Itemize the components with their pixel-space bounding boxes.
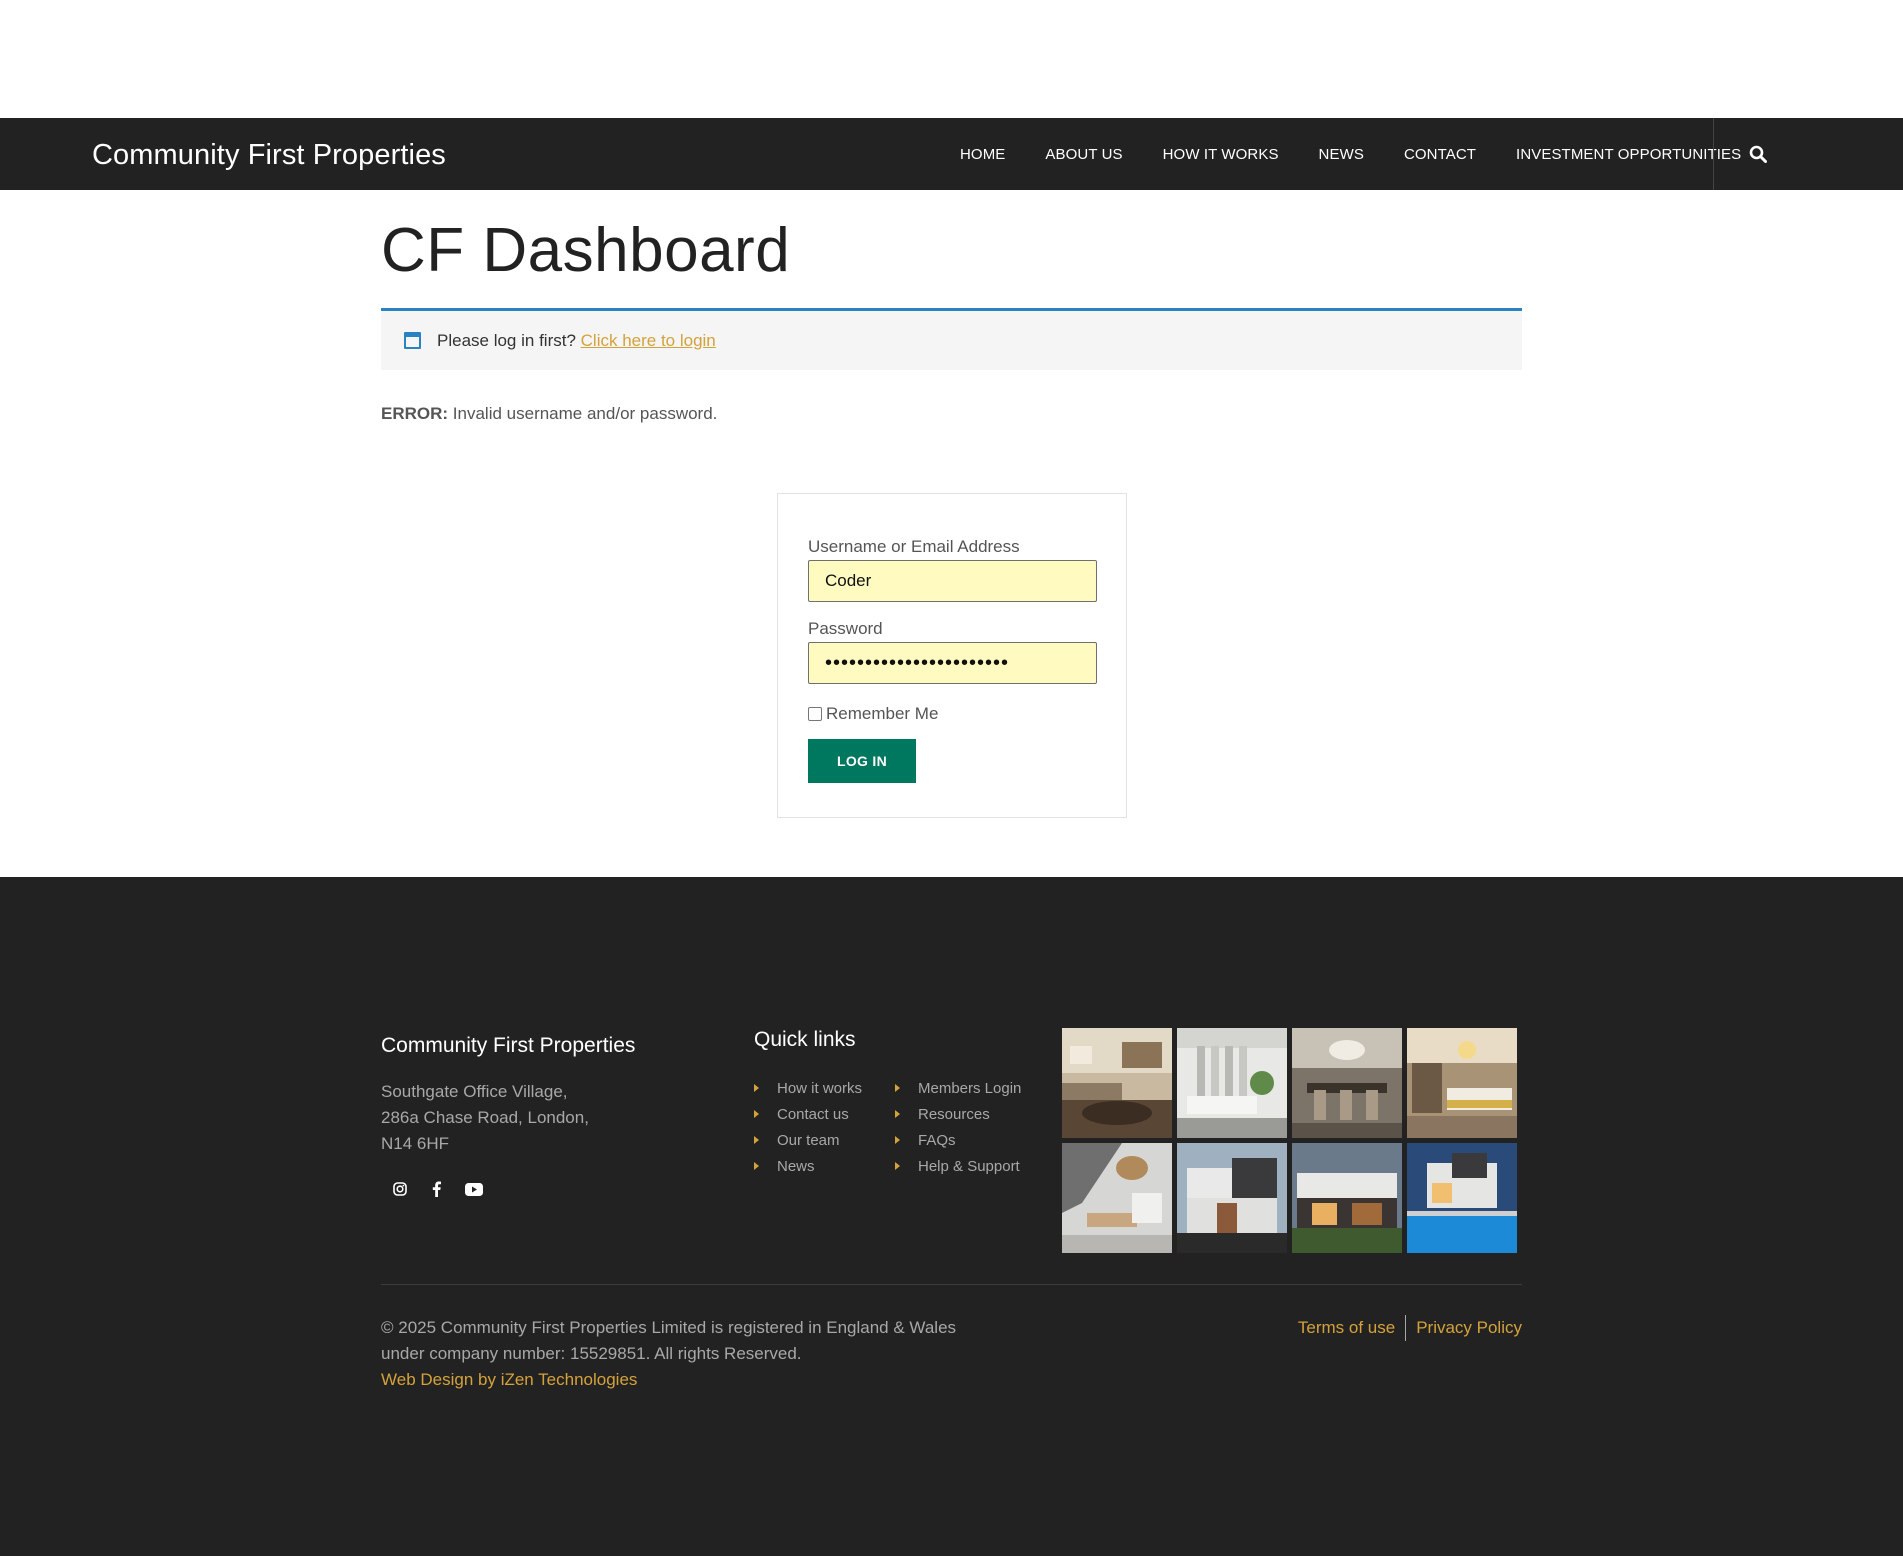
notice-text: Please log in first? <box>437 331 576 350</box>
gallery-image-modern-house[interactable] <box>1177 1143 1287 1253</box>
quick-link-help-support[interactable]: Help & Support <box>895 1153 1021 1179</box>
nav-about-us[interactable]: ABOUT US <box>1025 146 1142 163</box>
caret-right-icon <box>895 1136 900 1144</box>
caret-right-icon <box>895 1110 900 1118</box>
copyright-line: under company number: 15529851. All righ… <box>381 1344 802 1363</box>
caret-right-icon <box>754 1110 759 1118</box>
quick-link-contact-us[interactable]: Contact us <box>754 1101 862 1127</box>
facebook-icon <box>432 1181 441 1197</box>
nav-divider <box>1713 118 1714 190</box>
footer-brand: Community First Properties <box>381 1034 636 1057</box>
caret-right-icon <box>895 1084 900 1092</box>
quick-link-our-team[interactable]: Our team <box>754 1127 862 1153</box>
site-footer: Community First Properties Southgate Off… <box>0 877 1903 1556</box>
photo-gallery <box>1062 1028 1517 1253</box>
terms-of-use-link[interactable]: Terms of use <box>1298 1318 1395 1338</box>
quick-links-column-1: How it works Contact us Our team News <box>754 1075 862 1179</box>
quick-link-label: Resources <box>918 1105 990 1123</box>
gallery-image-dining-room[interactable] <box>1292 1028 1402 1138</box>
quick-link-resources[interactable]: Resources <box>895 1101 1021 1127</box>
notice-message: Please log in first? Click here to login <box>437 331 716 351</box>
footer-divider <box>381 1284 1522 1285</box>
quick-link-label: Our team <box>777 1131 840 1149</box>
quick-link-how-it-works[interactable]: How it works <box>754 1075 862 1101</box>
nav-contact[interactable]: CONTACT <box>1384 146 1496 163</box>
design-credit-link[interactable]: Web Design by iZen Technologies <box>381 1370 637 1389</box>
gallery-image-living-room[interactable] <box>1062 1028 1172 1138</box>
quick-link-label: FAQs <box>918 1131 956 1149</box>
youtube-link[interactable] <box>455 1175 492 1203</box>
quick-link-faqs[interactable]: FAQs <box>895 1127 1021 1153</box>
caret-right-icon <box>754 1162 759 1170</box>
error-message: ERROR: Invalid username and/or password. <box>381 404 717 424</box>
search-button[interactable] <box>1738 140 1778 168</box>
username-field[interactable]: Coder <box>808 560 1097 602</box>
error-label: ERROR: <box>381 404 449 423</box>
remember-me-checkbox[interactable] <box>808 707 822 721</box>
password-label: Password <box>808 619 883 638</box>
gallery-image-bedroom[interactable] <box>1407 1028 1517 1138</box>
legal-links: Terms of use Privacy Policy <box>1298 1315 1522 1341</box>
site-title-link[interactable]: Community First Properties <box>92 139 446 172</box>
nav-how-it-works[interactable]: HOW IT WORKS <box>1143 146 1299 163</box>
youtube-icon <box>464 1182 483 1196</box>
privacy-policy-link[interactable]: Privacy Policy <box>1416 1318 1522 1338</box>
search-icon <box>1749 145 1767 163</box>
gallery-image-house-dusk[interactable] <box>1292 1143 1402 1253</box>
quick-links-title: Quick links <box>754 1028 856 1051</box>
login-notice: Please log in first? Click here to login <box>381 308 1522 370</box>
password-field[interactable]: ••••••••••••••••••••••• <box>808 642 1097 684</box>
quick-link-news[interactable]: News <box>754 1153 862 1179</box>
page-title: CF Dashboard <box>381 216 791 285</box>
username-label: Username or Email Address <box>808 537 1020 556</box>
nav-home[interactable]: HOME <box>940 146 1025 163</box>
copyright: © 2025 Community First Properties Limite… <box>381 1315 956 1393</box>
remember-me: Remember Me <box>808 704 938 724</box>
nav-investment-opportunities[interactable]: INVESTMENT OPPORTUNITIES <box>1496 146 1761 163</box>
quick-link-label: Contact us <box>777 1105 849 1123</box>
calendar-icon <box>404 332 421 349</box>
nav-news[interactable]: NEWS <box>1299 146 1384 163</box>
login-link[interactable]: Click here to login <box>581 331 716 350</box>
quick-link-label: How it works <box>777 1079 863 1097</box>
address-line: Southgate Office Village, <box>381 1082 568 1101</box>
login-button[interactable]: LOG IN <box>808 739 916 783</box>
facebook-link[interactable] <box>418 1175 455 1203</box>
social-links <box>381 1175 492 1203</box>
login-form: Username or Email Address Coder Password… <box>777 493 1127 818</box>
caret-right-icon <box>754 1136 759 1144</box>
gallery-image-white-lounge[interactable] <box>1177 1028 1287 1138</box>
copyright-line: © 2025 Community First Properties Limite… <box>381 1318 957 1337</box>
caret-right-icon <box>895 1162 900 1170</box>
error-text: Invalid username and/or password. <box>452 404 718 423</box>
address-line: N14 6HF <box>381 1134 450 1153</box>
remember-me-label: Remember Me <box>826 704 939 723</box>
legal-separator <box>1405 1315 1407 1341</box>
quick-links-column-2: Members Login Resources FAQs Help & Supp… <box>895 1075 1021 1179</box>
site-header: Community First Properties HOME ABOUT US… <box>0 118 1903 190</box>
main-nav: HOME ABOUT US HOW IT WORKS NEWS CONTACT … <box>940 118 1761 190</box>
quick-link-label: Help & Support <box>918 1157 1020 1175</box>
gallery-image-reading-room[interactable] <box>1062 1143 1172 1253</box>
quick-link-label: Members Login <box>918 1079 1022 1097</box>
address-line: 286a Chase Road, London, <box>381 1108 589 1127</box>
instagram-link[interactable] <box>381 1175 418 1203</box>
quick-link-label: News <box>777 1157 815 1175</box>
gallery-image-house-pool[interactable] <box>1407 1143 1517 1253</box>
quick-link-members-login[interactable]: Members Login <box>895 1075 1021 1101</box>
caret-right-icon <box>754 1084 759 1092</box>
footer-address: Southgate Office Village, 286a Chase Roa… <box>381 1079 589 1157</box>
instagram-icon <box>392 1182 407 1196</box>
